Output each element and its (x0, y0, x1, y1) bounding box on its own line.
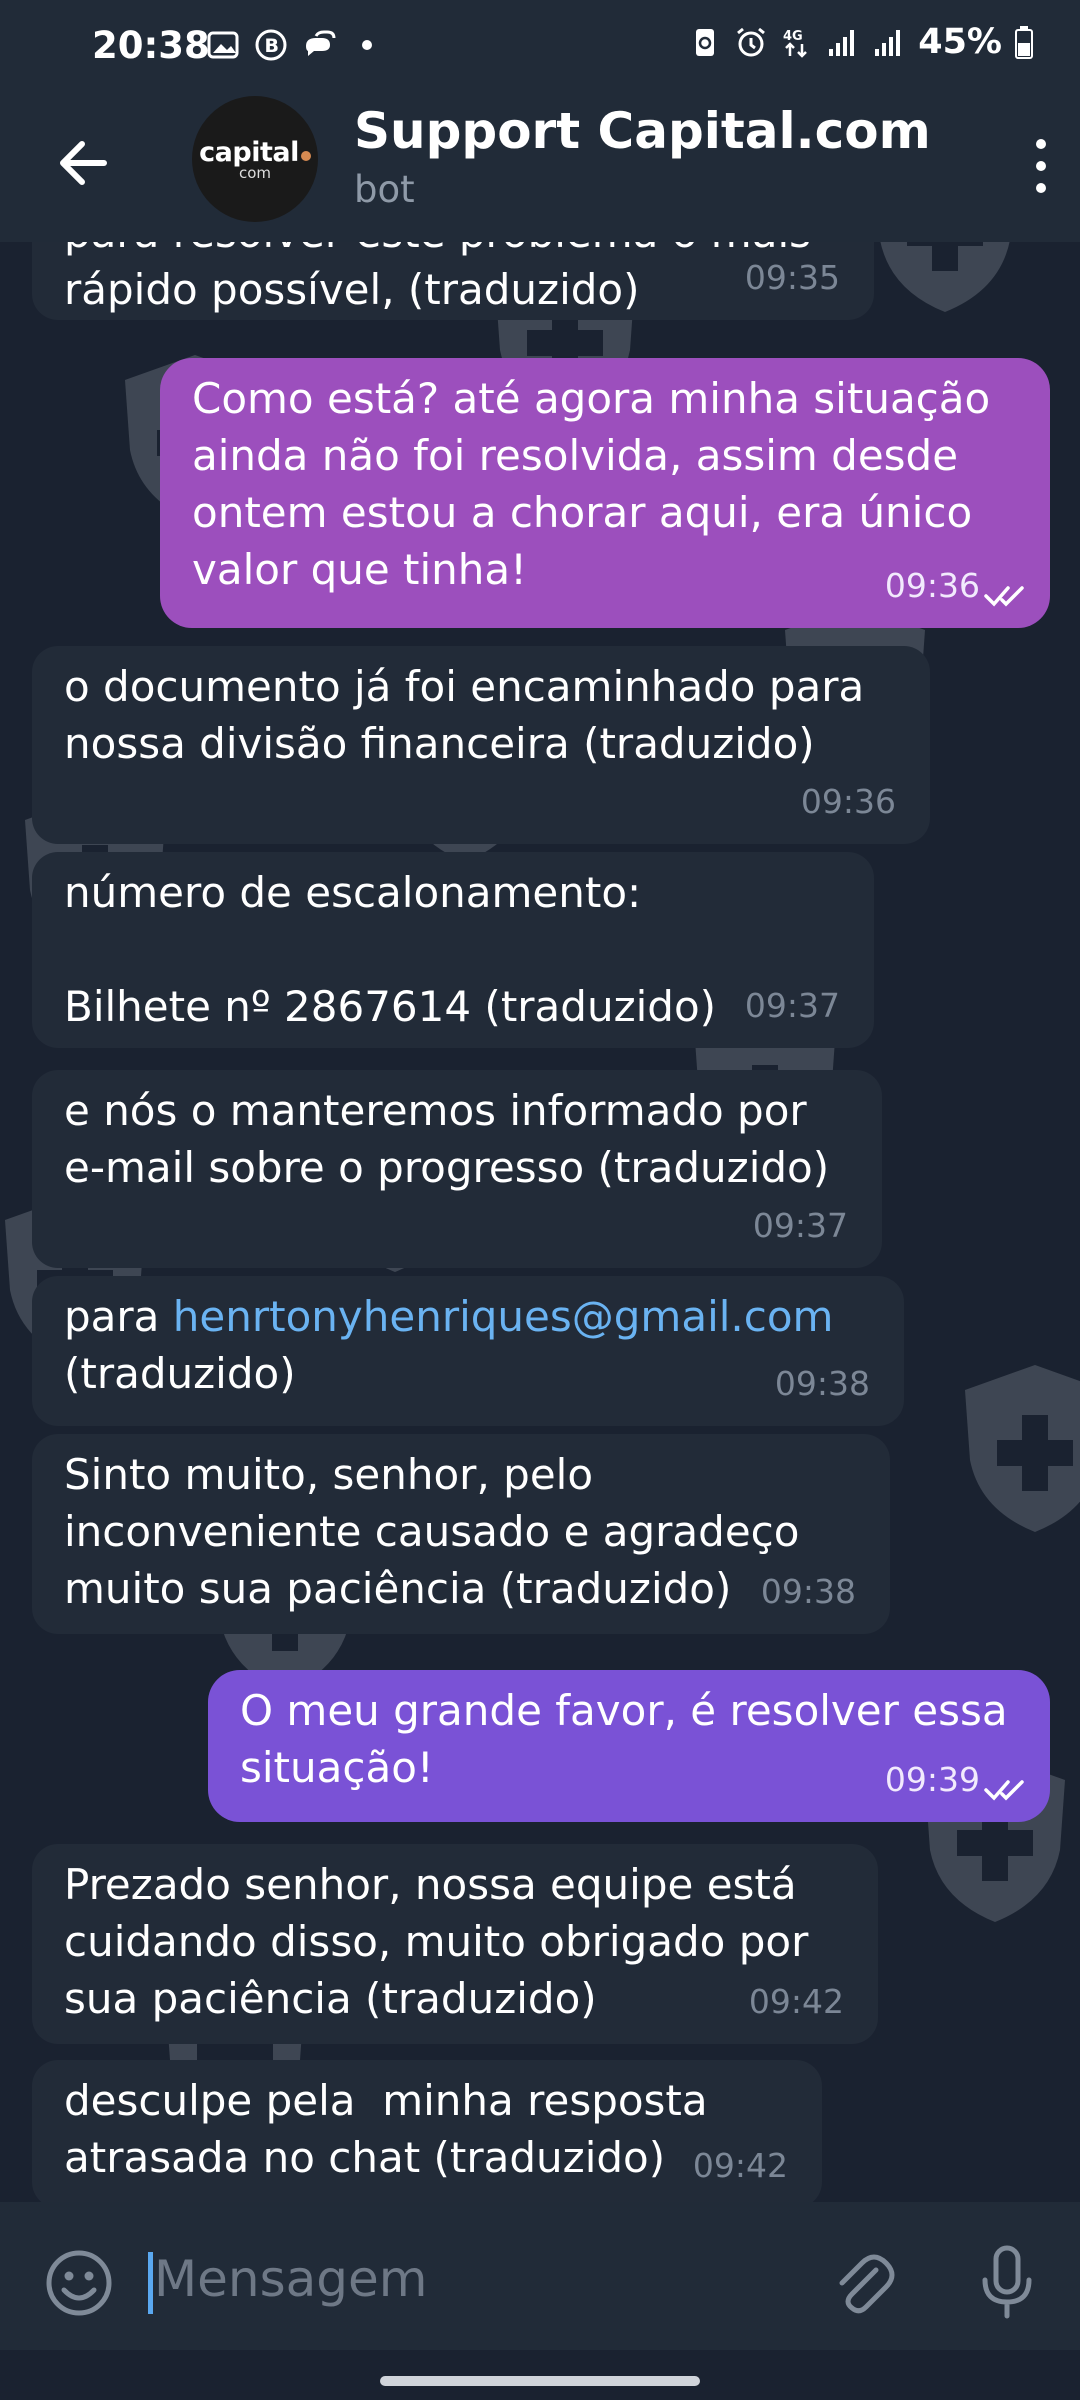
emoji-icon[interactable] (44, 2248, 114, 2318)
message-incoming[interactable]: Sinto muito, senhor, pelo inconveniente … (32, 1434, 890, 1634)
message-text: sua paciência (traduzido) (64, 1974, 597, 2023)
message-incoming[interactable]: número de escalonamento: Bilhete nº 2867… (32, 852, 874, 1048)
message-time: 09:39 (884, 1760, 980, 1799)
message-incoming[interactable]: e nós o manteremos informado por e-mail … (32, 1070, 882, 1268)
message-text: para henrtonyhenriques@gmail.com (64, 1288, 872, 1345)
message-time: 09:37 (752, 1206, 848, 1245)
chat-header: capital com Support Capital.com bot (0, 96, 1080, 242)
notification-icons: B (206, 28, 384, 62)
message-text: cuidando disso, muito obrigado por (64, 1917, 809, 1966)
b-badge-icon: B (255, 29, 287, 61)
message-text: e-mail sobre o progresso (traduzido) (64, 1143, 830, 1192)
message-text: para resolver este problema o mais (64, 242, 842, 261)
message-text: ontem estou a chorar aqui, era único (192, 488, 973, 537)
gallery-icon (207, 31, 239, 59)
message-text (64, 921, 842, 978)
more-options-icon[interactable] (1026, 130, 1056, 202)
alarm-icon (737, 27, 766, 57)
signal-icon (875, 30, 901, 56)
message-outgoing[interactable]: O meu grande favor, é resolver essa situ… (208, 1670, 1050, 1822)
message-text: e nós o manteremos informado por (64, 1086, 807, 1135)
message-text: (traduzido) (64, 1349, 296, 1398)
text-caret (148, 2252, 153, 2314)
email-link[interactable]: henrtonyhenriques@gmail.com (173, 1292, 834, 1341)
message-text: atrasada no chat (traduzido) (64, 2133, 666, 2182)
message-list[interactable]: para resolver este problema o mais rápid… (0, 242, 1080, 2202)
attachment-icon[interactable] (830, 2248, 896, 2318)
message-time: 09:36 (884, 566, 980, 605)
message-outgoing[interactable]: Como está? até agora minha situação aind… (160, 358, 1050, 628)
message-time: 09:37 (744, 986, 840, 1025)
network-4g-icon: 4G (783, 29, 808, 58)
avatar[interactable]: capital com (192, 96, 318, 222)
message-incoming[interactable]: Prezado senhor, nossa equipe está cuidan… (32, 1844, 878, 2044)
message-incoming[interactable]: o documento já foi encaminhado para noss… (32, 646, 930, 844)
message-time: 09:36 (800, 782, 896, 821)
message-input[interactable]: Mensagem (154, 2250, 428, 2308)
dot-icon (362, 40, 372, 50)
message-time: 09:42 (748, 1982, 844, 2021)
message-time: 09:38 (760, 1572, 856, 1611)
message-text: Prezado senhor, nossa equipe está (64, 1860, 797, 1909)
status-bar: 20:38 B 4G 45% (0, 0, 1080, 96)
message-time: 09:35 (744, 258, 840, 297)
message-text: inconveniente causado e agradeço (64, 1507, 800, 1556)
message-incoming[interactable]: para henrtonyhenriques@gmail.com (traduz… (32, 1276, 904, 1426)
home-gesture-handle[interactable] (380, 2376, 700, 2386)
message-composer: Mensagem (0, 2202, 1080, 2350)
microphone-icon[interactable] (976, 2244, 1038, 2322)
message-text: Como está? até agora minha situação (192, 374, 991, 423)
status-time: 20:38 (92, 24, 210, 67)
double-check-icon (984, 1780, 1024, 1801)
message-text: Sinto muito, senhor, pelo (64, 1450, 594, 1499)
battery-icon (1015, 26, 1033, 59)
message-text: número de escalonamento: (64, 868, 642, 917)
avatar-domain: com (238, 163, 272, 182)
chat-bubbles-icon (306, 30, 336, 56)
double-check-icon (984, 586, 1024, 607)
recycle-icon (696, 29, 715, 56)
chat-subtitle: bot (354, 168, 415, 211)
message-text: O meu grande favor, é resolver essa (240, 1686, 1008, 1735)
signal-icon (829, 30, 855, 56)
message-text: muito sua paciência (traduzido) (64, 1564, 732, 1613)
message-incoming[interactable]: desculpe pela minha resposta atrasada no… (32, 2060, 822, 2202)
svg-text:4G: 4G (783, 29, 803, 44)
message-text: desculpe pela minha resposta (64, 2076, 708, 2125)
back-arrow-icon[interactable] (52, 132, 114, 194)
navigation-bar (0, 2350, 1080, 2400)
message-text: o documento já foi encaminhado para (64, 662, 865, 711)
message-text: nossa divisão financeira (traduzido) (64, 719, 815, 768)
message-time: 09:38 (774, 1364, 870, 1403)
message-incoming[interactable]: para resolver este problema o mais rápid… (32, 242, 874, 320)
chat-title[interactable]: Support Capital.com (354, 102, 931, 160)
message-text: ainda não foi resolvida, assim desde (192, 431, 959, 480)
system-icons: 4G 45% (688, 22, 1034, 62)
svg-text:B: B (265, 35, 279, 57)
message-time: 09:42 (692, 2146, 788, 2185)
message-prefix: para (64, 1292, 173, 1341)
message-text: Bilhete nº 2867614 (traduzido) (64, 982, 717, 1031)
battery-percent: 45% (918, 22, 1002, 62)
message-text: rápido possível, (traduzido) (64, 265, 640, 314)
